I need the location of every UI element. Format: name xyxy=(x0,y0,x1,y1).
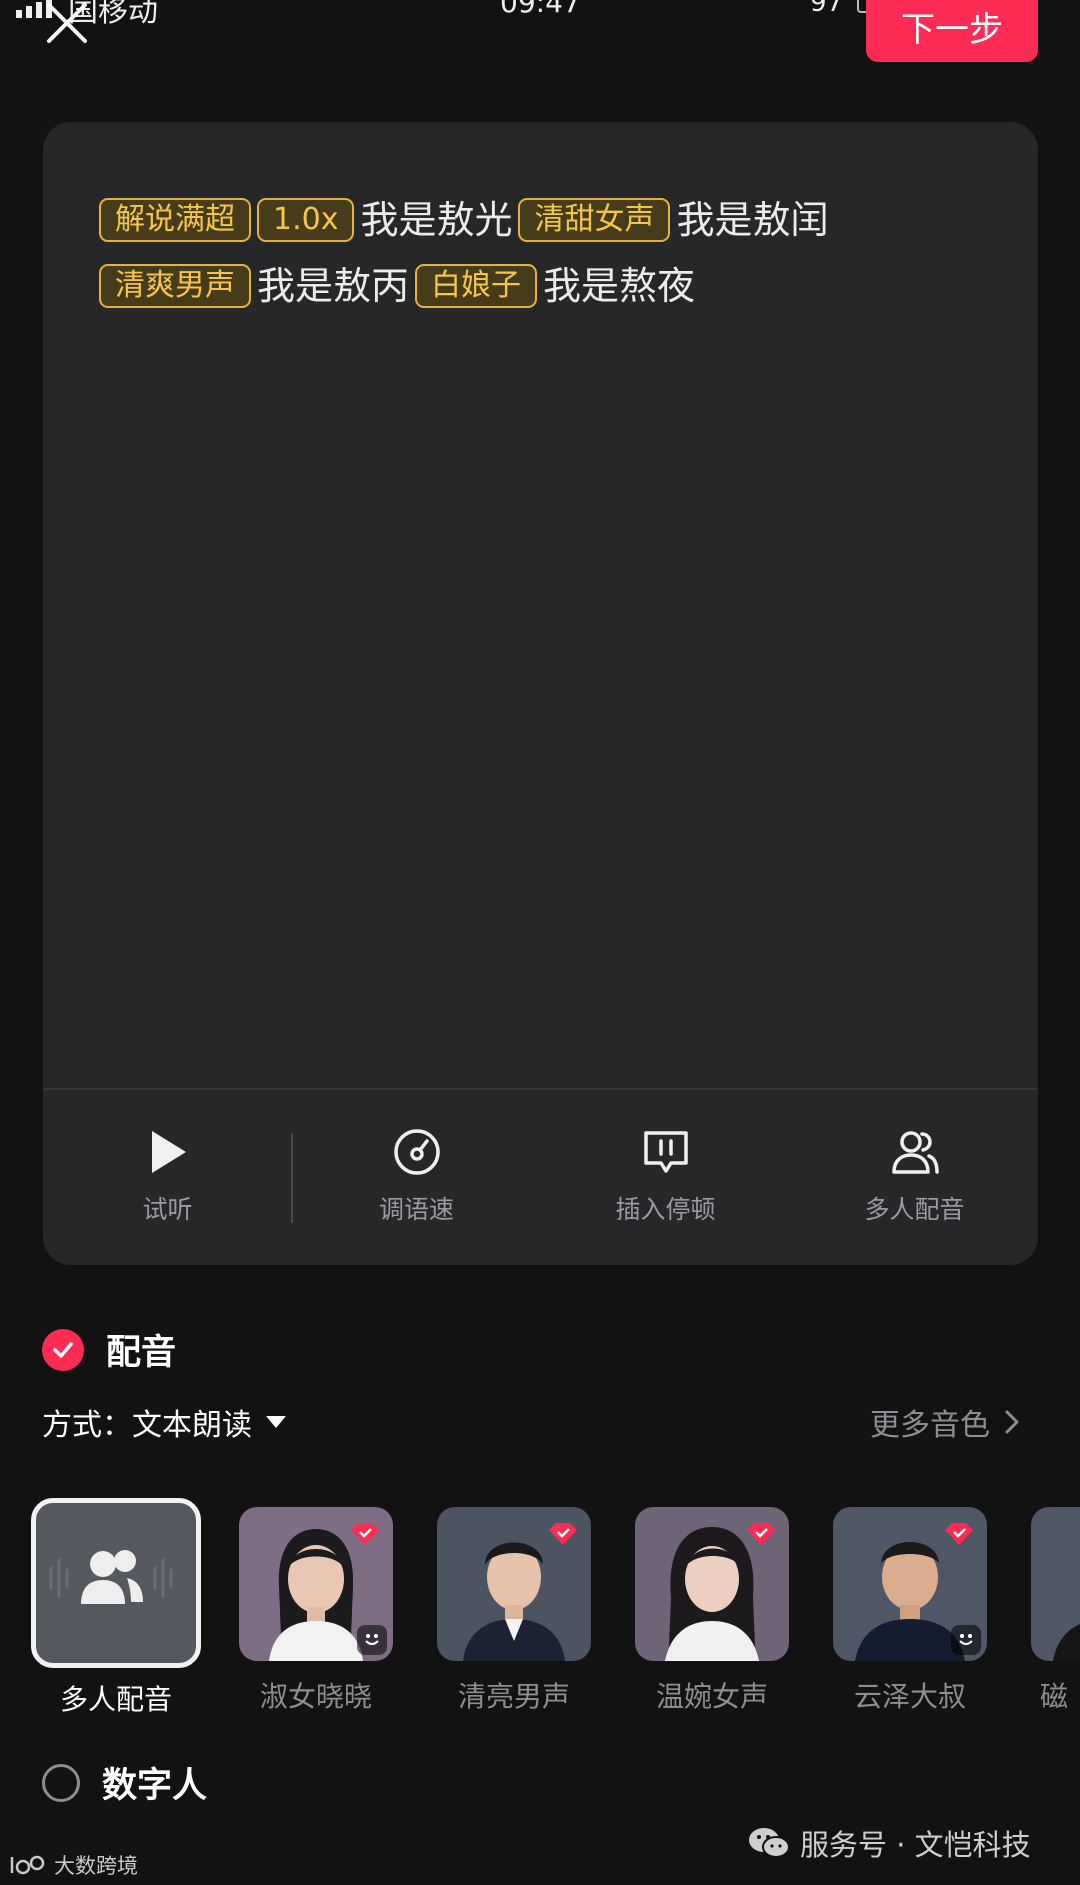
brand-watermark-text: 大数跨境 xyxy=(54,1854,138,1878)
voice-tag[interactable]: 1.0x xyxy=(257,197,355,242)
mode-prefix: 方式： xyxy=(42,1408,132,1443)
voice-avatar xyxy=(437,1507,591,1661)
caret-down-icon xyxy=(266,1416,286,1428)
brand-logo-icon xyxy=(10,1855,45,1875)
digital-human-option[interactable]: 数字人 xyxy=(42,1757,207,1808)
voice-avatar xyxy=(635,1507,789,1661)
more-voices-link[interactable]: 更多音色 xyxy=(870,1400,1020,1444)
dubbing-label: 配音 xyxy=(106,1333,177,1373)
pause-insert-icon xyxy=(640,1126,692,1178)
voice-list: 多人配音 淑女晓晓 清亮男声 温婉女声 云泽大叔 磁 xyxy=(30,1498,1080,1718)
wechat-service-watermark: 服务号 · 文恺科技 xyxy=(748,1822,1031,1864)
digital-avatar-icon xyxy=(357,1625,387,1655)
multi-person-dub-button[interactable]: 多人配音 xyxy=(790,1090,1039,1265)
voice-name: 多人配音 xyxy=(59,1683,172,1716)
voice-item-qingliang-nansheng[interactable]: 清亮男声 xyxy=(428,1498,600,1715)
close-button[interactable] xyxy=(44,0,94,44)
voice-tag[interactable]: 白娘子 xyxy=(415,263,538,308)
script-text-segment: 我是敖丙 xyxy=(257,264,410,308)
voice-tag[interactable]: 清甜女声 xyxy=(518,197,671,242)
script-editor-panel: 解说满超 1.0x 我是敖光 清甜女声 我是敖闰清爽男声 我是敖丙 白娘子 我是熬夜 试听 调… xyxy=(43,122,1038,1265)
premium-badge-icon xyxy=(945,1523,973,1545)
script-text-segment: 我是敖闰 xyxy=(676,198,829,242)
voice-name: 淑女晓晓 xyxy=(259,1680,372,1713)
preview-listen-label: 试听 xyxy=(142,1195,193,1224)
next-step-button[interactable]: 下一步 xyxy=(866,0,1038,62)
premium-badge-icon xyxy=(747,1523,775,1545)
play-icon xyxy=(142,1126,194,1178)
premium-badge-icon xyxy=(549,1523,577,1545)
insert-pause-button[interactable]: 插入停顿 xyxy=(541,1090,790,1265)
voice-tag[interactable]: 解说满超 xyxy=(99,197,251,242)
multi-person-dub-label: 多人配音 xyxy=(864,1195,965,1224)
script-text-area[interactable]: 解说满超 1.0x 我是敖光 清甜女声 我是敖闰清爽男声 我是敖丙 白娘子 我是熬夜 xyxy=(99,187,979,319)
speed-dial-icon xyxy=(391,1126,443,1178)
wechat-icon xyxy=(749,1828,790,1858)
editor-toolbar: 试听 调语速 插入停顿 多人配音 xyxy=(43,1090,1038,1265)
adjust-speed-label: 调语速 xyxy=(378,1195,454,1224)
script-text-segment: 我是敖光 xyxy=(360,198,513,242)
voice-avatar xyxy=(833,1507,987,1661)
multi-person-icon xyxy=(889,1126,941,1178)
dubbing-option[interactable]: 配音 xyxy=(42,1324,176,1375)
voice-name: 磁 xyxy=(1040,1680,1069,1713)
more-voices-label: 更多音色 xyxy=(870,1408,990,1443)
voice-item-partial[interactable]: 磁 xyxy=(1022,1498,1080,1715)
voice-item-multi-person[interactable]: 多人配音 xyxy=(30,1498,202,1718)
group-icon xyxy=(49,1550,173,1604)
digital-human-label: 数字人 xyxy=(102,1766,208,1806)
voice-item-yunze-dashu[interactable]: 云泽大叔 xyxy=(824,1498,996,1715)
digital-avatar-icon xyxy=(951,1625,981,1655)
insert-pause-label: 插入停顿 xyxy=(615,1195,716,1224)
radio-unchecked-icon xyxy=(42,1763,80,1802)
brand-watermark: 大数跨境 xyxy=(8,1850,138,1880)
voice-item-wenwan-nvsheng[interactable]: 温婉女声 xyxy=(626,1498,798,1715)
voice-tag[interactable]: 清爽男声 xyxy=(99,263,251,308)
mode-value: 文本朗读 xyxy=(132,1408,252,1443)
voice-item-shunv-xiaoxiao[interactable]: 淑女晓晓 xyxy=(230,1498,402,1715)
mode-selector[interactable]: 方式： 文本朗读 xyxy=(42,1400,286,1444)
voice-avatar xyxy=(239,1507,393,1661)
voice-name: 清亮男声 xyxy=(457,1680,570,1713)
voice-name: 温婉女声 xyxy=(655,1680,768,1713)
voice-avatar xyxy=(1031,1507,1080,1661)
checkmark-icon xyxy=(42,1328,84,1371)
premium-badge-icon xyxy=(351,1523,379,1545)
preview-listen-button[interactable]: 试听 xyxy=(43,1090,292,1265)
close-icon xyxy=(47,3,87,43)
battery-percent: 97 xyxy=(810,0,844,18)
status-time: 09:47 xyxy=(500,0,581,19)
chevron-right-icon xyxy=(1005,1410,1019,1434)
voice-name: 云泽大叔 xyxy=(853,1680,966,1713)
wechat-account-label: 服务号 · 文恺科技 xyxy=(800,1828,1031,1862)
script-text-segment: 我是熬夜 xyxy=(543,264,696,308)
adjust-speed-button[interactable]: 调语速 xyxy=(292,1090,541,1265)
multi-person-voice-thumbnail xyxy=(31,1498,201,1668)
